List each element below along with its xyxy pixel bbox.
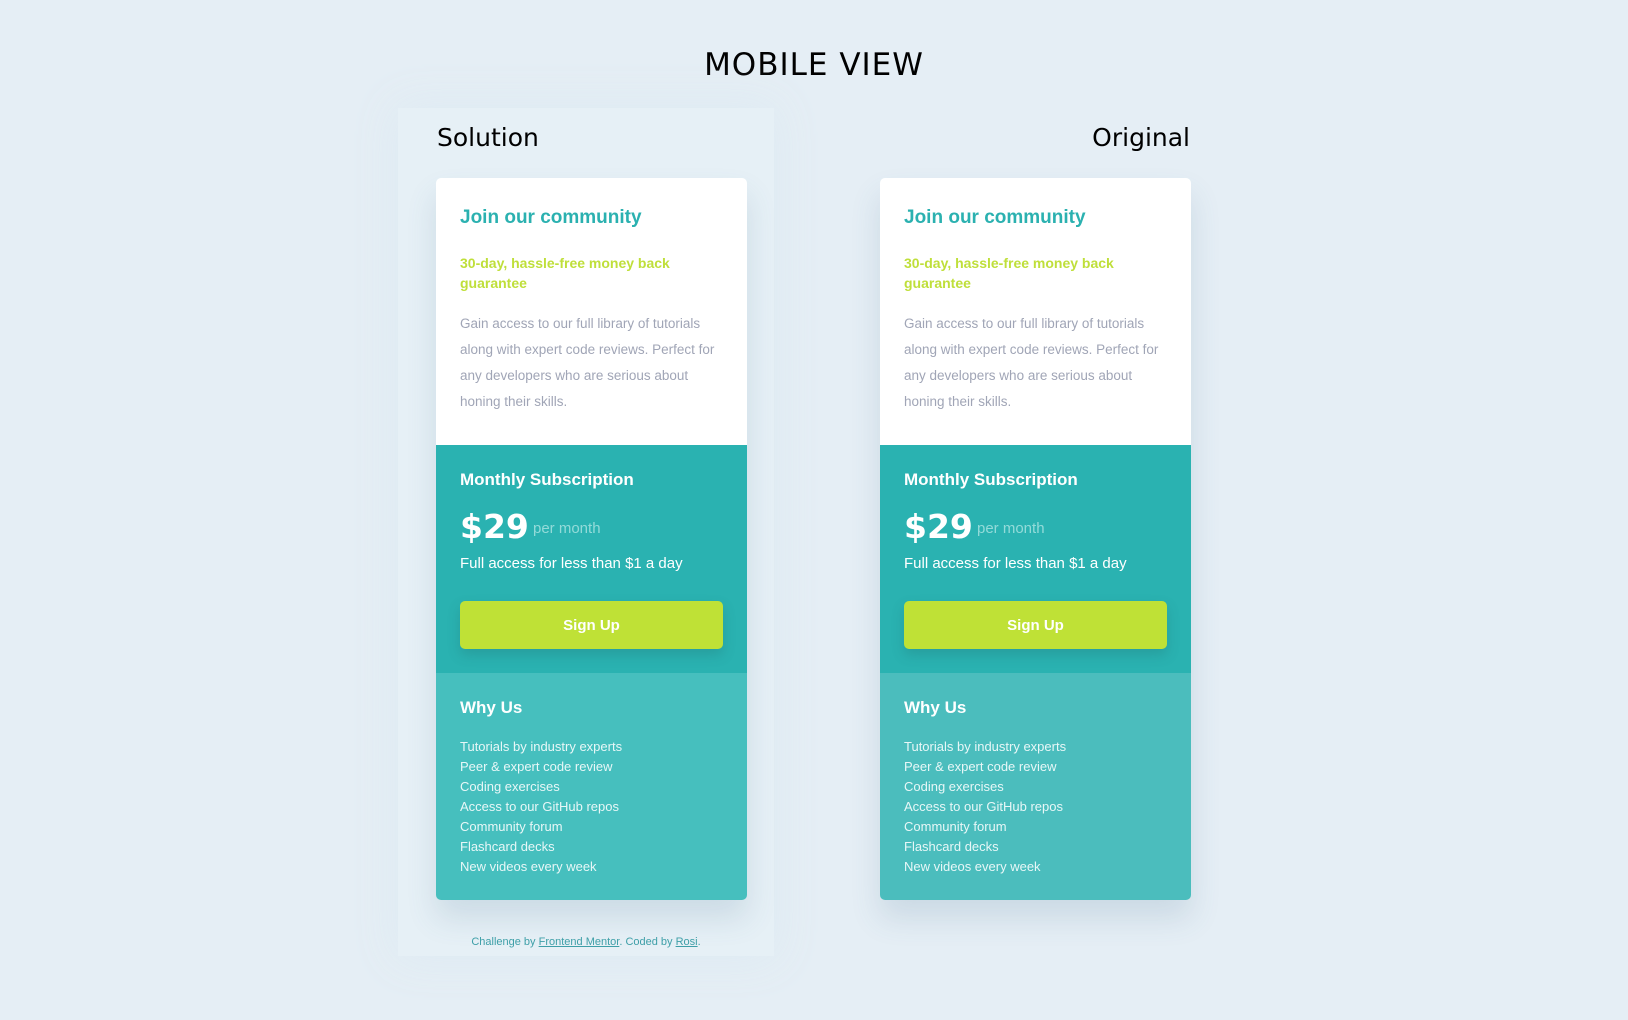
list-item: Tutorials by industry experts — [904, 739, 1067, 754]
subscription-title: Monthly Subscription — [460, 470, 634, 489]
guarantee-text: 30-day, hassle-free money back guarantee — [904, 255, 1114, 291]
attribution-middle: . Coded by — [619, 936, 676, 948]
subscription-section: Monthly Subscription $29 per month Full … — [436, 445, 747, 673]
card-intro-section: Join our community 30-day, hassle-free m… — [880, 178, 1191, 445]
sign-up-button[interactable]: Sign Up — [904, 601, 1167, 649]
access-note: Full access for less than $1 a day — [460, 555, 683, 572]
price: $29 — [904, 507, 973, 546]
sign-up-button[interactable]: Sign Up — [460, 601, 723, 649]
attribution-prefix: Challenge by — [471, 936, 539, 948]
why-us-section: Why Us Tutorials by industry experts Pee… — [436, 673, 747, 900]
attribution-footer: Challenge by Frontend Mentor. Coded by R… — [398, 934, 774, 950]
author-link[interactable]: Rosi — [676, 936, 698, 948]
description-text: Gain access to our full library of tutor… — [904, 316, 1159, 409]
guarantee-text: 30-day, hassle-free money back guarantee — [460, 255, 670, 291]
why-us-list: Tutorials by industry experts Peer & exp… — [460, 737, 622, 877]
list-item: Community forum — [460, 819, 563, 834]
subscription-title: Monthly Subscription — [904, 470, 1078, 489]
per-month-label: per month — [977, 520, 1045, 537]
solution-label: Solution — [437, 123, 539, 152]
list-item: Tutorials by industry experts — [460, 739, 623, 754]
card-intro-section: Join our community 30-day, hassle-free m… — [436, 178, 747, 445]
list-item: Coding exercises — [460, 779, 560, 794]
list-item: Flashcard decks — [460, 839, 555, 854]
original-label: Original — [1092, 123, 1190, 152]
list-item: Community forum — [904, 819, 1007, 834]
list-item: Access to our GitHub repos — [460, 799, 619, 814]
description-text: Gain access to our full library of tutor… — [460, 316, 715, 409]
solution-card: Join our community 30-day, hassle-free m… — [436, 178, 747, 900]
why-us-title: Why Us — [904, 698, 967, 717]
why-us-section: Why Us Tutorials by industry experts Pee… — [880, 673, 1191, 900]
why-us-title: Why Us — [460, 698, 523, 717]
why-us-list: Tutorials by industry experts Peer & exp… — [904, 737, 1066, 877]
list-item: New videos every week — [460, 859, 597, 874]
list-item: Peer & expert code review — [904, 759, 1057, 774]
subscription-section: Monthly Subscription $29 per month Full … — [880, 445, 1191, 673]
price: $29 — [460, 507, 529, 546]
list-item: Access to our GitHub repos — [904, 799, 1063, 814]
original-card: Join our community 30-day, hassle-free m… — [880, 178, 1191, 900]
list-item: Peer & expert code review — [460, 759, 613, 774]
attribution-suffix: . — [697, 936, 701, 948]
card-heading: Join our community — [460, 207, 642, 228]
page-title: MOBILE VIEW — [704, 47, 924, 83]
list-item: New videos every week — [904, 859, 1041, 874]
card-heading: Join our community — [904, 207, 1086, 228]
per-month-label: per month — [533, 520, 601, 537]
list-item: Coding exercises — [904, 779, 1004, 794]
access-note: Full access for less than $1 a day — [904, 555, 1127, 572]
list-item: Flashcard decks — [904, 839, 999, 854]
frontend-mentor-link[interactable]: Frontend Mentor — [539, 936, 620, 948]
